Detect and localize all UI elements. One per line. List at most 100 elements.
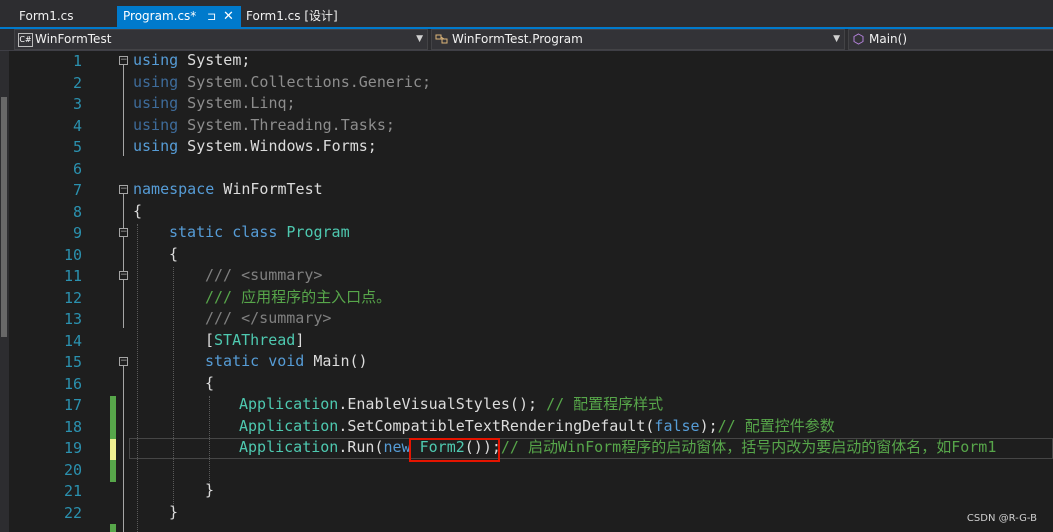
code-line-9[interactable]: static class Program (169, 222, 350, 244)
line-number: 20 (63, 460, 82, 479)
code-line-7[interactable]: namespace WinFormTest (133, 179, 323, 201)
line-number: 5 (72, 138, 82, 156)
code-line-10[interactable]: { (169, 244, 178, 266)
code-text: ] (295, 330, 305, 349)
fold-line (123, 194, 124, 228)
line-number: 18 (63, 417, 82, 436)
member-name: Main() (869, 32, 908, 46)
collapse-icon[interactable]: − (119, 228, 128, 237)
collapse-icon[interactable]: − (119, 357, 128, 366)
code-line-17[interactable]: Application.EnableVisualStyles(); // 配置程… (239, 394, 663, 416)
scrollbar-thumb[interactable] (1, 97, 7, 337)
tab-label: Form1.cs [设计] (246, 9, 338, 23)
tab-label: Program.cs* (123, 9, 197, 23)
line-number: 17 (63, 396, 82, 414)
fold-line (123, 366, 124, 532)
code-text: } (169, 502, 179, 521)
code-line-4[interactable]: using System.Threading.Tasks; (133, 115, 395, 137)
method-icon (852, 33, 865, 45)
type-name: Application (239, 438, 339, 456)
member-dropdown[interactable]: Main() (848, 29, 1053, 50)
type-name: STAThread (214, 330, 296, 349)
code-text: .EnableVisualStyles(); (338, 395, 547, 413)
line-number: 3 (72, 95, 82, 113)
code-line-2[interactable]: using System.Collections.Generic; (133, 72, 431, 94)
code-text: .Run( (338, 438, 384, 456)
fold-line (123, 280, 124, 328)
code-line-19[interactable]: Application.Run(new Form2());// 启动WinFor… (239, 437, 996, 459)
code-text: ); (699, 416, 718, 435)
code-text: .SetCompatibleTextRenderingDefault( (338, 416, 655, 435)
indent-guide (137, 224, 138, 532)
code-line-5[interactable]: using System.Windows.Forms; (133, 136, 377, 158)
navigation-bar: C# WinFormTest ▼ WinFormTest.Program ▼ M… (0, 29, 1053, 51)
line-number: 2 (72, 73, 82, 92)
keyword: using (133, 72, 179, 91)
keyword: new (383, 438, 411, 456)
csharp-project-icon: C# (18, 33, 33, 47)
keyword: using (133, 51, 179, 69)
fold-line (123, 65, 124, 156)
line-number: 6 (72, 159, 82, 178)
code-line-15[interactable]: static void Main() (205, 351, 368, 373)
left-tool-rail (0, 51, 9, 532)
class-name: WinFormTest.Program (452, 32, 583, 46)
change-marker (110, 396, 116, 418)
code-line-11[interactable]: /// <summary> (205, 265, 322, 287)
code-line-16[interactable]: { (205, 373, 214, 395)
code-text: System.Threading.Tasks; (178, 115, 395, 134)
code-text: System.Windows.Forms; (178, 137, 377, 155)
code-line-14[interactable]: [STAThread] (205, 330, 304, 352)
indent-guide (173, 267, 174, 510)
code-line-3[interactable]: using System.Linq; (133, 93, 296, 115)
code-line-18[interactable]: Application.SetCompatibleTextRenderingDe… (239, 416, 835, 438)
annotation-highlight-box (409, 438, 500, 462)
close-icon[interactable]: ✕ (223, 6, 234, 27)
code-line-21[interactable]: } (205, 480, 214, 502)
line-number: 1 (72, 52, 82, 70)
collapse-icon[interactable]: − (119, 185, 128, 194)
code-text: { (133, 201, 143, 220)
keyword: static void (205, 352, 305, 370)
code-text: { (169, 244, 179, 263)
code-line-8[interactable]: { (133, 201, 142, 223)
line-number: 16 (63, 374, 82, 393)
tab-form1-designer[interactable]: Form1.cs [设计] (241, 6, 381, 27)
line-number: 7 (72, 181, 82, 199)
line-number: 21 (63, 482, 82, 500)
keyword: using (133, 115, 179, 134)
xml-doc-slashes: /// (205, 309, 242, 327)
type-name: Application (239, 395, 339, 413)
code-text: System; (178, 51, 251, 69)
collapse-icon[interactable]: − (119, 271, 128, 280)
line-number: 8 (72, 202, 82, 221)
code-text: Main() (304, 352, 368, 370)
comment: /// 应用程序的主入口点。 (205, 287, 392, 306)
line-number: 19 (63, 439, 82, 457)
line-number: 22 (63, 503, 82, 522)
watermark: CSDN @R-G-B (966, 513, 1037, 524)
change-marker (110, 460, 116, 482)
class-dropdown[interactable]: WinFormTest.Program ▼ (431, 29, 845, 50)
tab-form1-cs[interactable]: Form1.cs (0, 6, 117, 27)
code-line-1[interactable]: using System; (133, 50, 250, 72)
code-line-12[interactable]: /// 应用程序的主入口点。 (205, 287, 391, 309)
line-number: 14 (63, 331, 82, 350)
class-icon (435, 33, 448, 45)
code-line-13[interactable]: /// </summary> (205, 308, 331, 330)
line-number: 11 (63, 267, 82, 285)
change-marker (110, 417, 116, 439)
chevron-down-icon: ▼ (416, 34, 423, 44)
pin-icon[interactable]: ⊐ (207, 6, 216, 27)
line-number: 4 (72, 116, 82, 135)
project-dropdown[interactable]: C# WinFormTest ▼ (14, 29, 428, 50)
code-text: System.Collections.Generic; (178, 72, 432, 91)
code-line-22[interactable]: } (169, 502, 178, 524)
collapse-icon[interactable]: − (119, 56, 128, 65)
document-tab-bar: Form1.cs Program.cs* ⊐ ✕ Form1.cs [设计] (0, 0, 1053, 29)
tab-program-cs[interactable]: Program.cs* ⊐ ✕ (117, 6, 241, 27)
code-text: System.Linq; (178, 94, 296, 112)
xml-doc-tag: </summary> (241, 309, 332, 327)
line-number: 15 (63, 353, 82, 371)
xml-doc-slashes: /// (205, 266, 242, 284)
